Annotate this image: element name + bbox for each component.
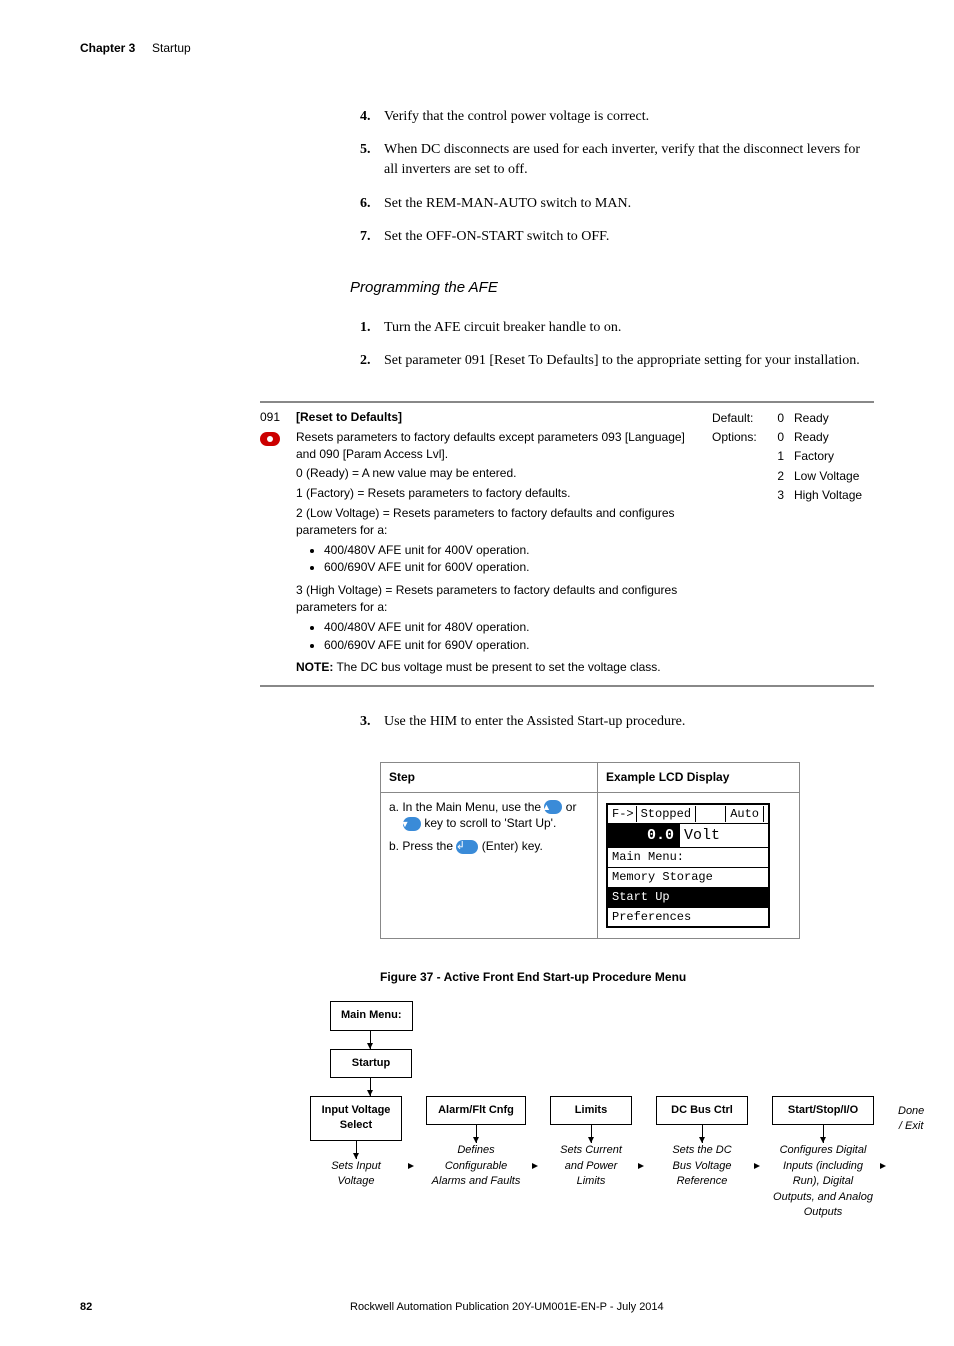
param-name: [Reset to Defaults] (296, 409, 702, 426)
lcd-value: 0.0 (608, 824, 680, 847)
lcd-cell: F-> Stopped Auto 0.0 Volt Main Menu: Mem… (598, 792, 800, 939)
parameter-table: 091 [Reset to Defaults] Resets parameter… (260, 401, 874, 687)
param-number: 091 (260, 409, 296, 426)
flowchart: Main Menu: Startup Input Voltage Select … (310, 1001, 874, 1220)
lcd-display: F-> Stopped Auto 0.0 Volt Main Menu: Mem… (606, 803, 770, 929)
step-text: When DC disconnects are used for each in… (384, 142, 860, 177)
param-line: 1 (Factory) = Resets parameters to facto… (296, 485, 702, 502)
option-name: Low Voltage (794, 467, 874, 486)
step-num: 3. (360, 712, 371, 732)
page-header: Chapter 3 Startup (80, 40, 874, 57)
flow-desc: Sets Current and Power Limits (556, 1143, 626, 1189)
lcd-unit: Volt (680, 824, 726, 847)
step-num: 4. (360, 107, 371, 127)
step-num: 2. (360, 351, 371, 371)
up-key-icon: ▲ (544, 800, 562, 814)
flow-done: Done / Exit (898, 1104, 924, 1135)
param-bullet: 600/690V AFE unit for 690V operation. (324, 637, 702, 654)
steps-list-3: 3. Use the HIM to enter the Assisted Star… (360, 712, 874, 732)
red-indicator-icon (260, 432, 280, 446)
text: (Enter) key. (482, 839, 543, 853)
option-value: 0 (770, 428, 784, 447)
default-value: 0 (770, 409, 784, 428)
option-name: Factory (794, 447, 874, 466)
lcd-text: Stopped (636, 806, 696, 823)
col-header-step: Step (381, 762, 598, 792)
chapter-label: Chapter 3 (80, 41, 135, 55)
section-label: Startup (152, 41, 191, 55)
flow-box: Limits (550, 1096, 632, 1125)
step-text: Turn the AFE circuit breaker handle to o… (384, 320, 621, 335)
publication-info: Rockwell Automation Publication 20Y-UM00… (350, 1300, 664, 1315)
param-bullet: 400/480V AFE unit for 480V operation. (324, 619, 702, 636)
section-title: Programming the AFE (350, 277, 874, 298)
lcd-text: Auto (725, 806, 764, 823)
figure-caption: Figure 37 - Active Front End Start-up Pr… (380, 969, 874, 986)
param-bullet: 400/480V AFE unit for 400V operation. (324, 542, 702, 559)
lcd-text: Preferences (612, 909, 691, 926)
step-cell: a. In the Main Menu, use the ▲ or ▼ key … (381, 792, 598, 939)
flow-box: Input Voltage Select (310, 1096, 402, 1141)
text: b. Press the (389, 839, 456, 853)
option-name: High Voltage (794, 486, 874, 505)
step-text: Set parameter 091 [Reset To Defaults] to… (384, 353, 860, 368)
note-text: The DC bus voltage must be present to se… (333, 660, 660, 674)
lcd-text: F-> (612, 806, 634, 823)
steps-list-1: 4. Verify that the control power voltage … (360, 107, 874, 247)
step-text: Set the REM-MAN-AUTO switch to MAN. (384, 196, 631, 211)
step-num: 5. (360, 140, 371, 160)
flow-desc: Sets the DC Bus Voltage Reference (662, 1143, 742, 1189)
step-num: 1. (360, 318, 371, 338)
option-value: 3 (770, 486, 784, 505)
flow-desc: Configures Digital Inputs (including Run… (773, 1143, 873, 1220)
flow-box: Alarm/Flt Cnfg (426, 1096, 526, 1125)
text: or (566, 800, 577, 814)
param-line: 2 (Low Voltage) = Resets parameters to f… (296, 505, 702, 539)
step-text: Verify that the control power voltage is… (384, 109, 649, 124)
default-name: Ready (794, 409, 874, 428)
note-label: NOTE: (296, 660, 333, 674)
text: key to scroll to 'Start Up'. (424, 816, 556, 830)
step-table: Step Example LCD Display a. In the Main … (380, 762, 800, 940)
lcd-text: Memory Storage (612, 869, 713, 886)
option-name: Ready (794, 428, 874, 447)
option-value: 1 (770, 447, 784, 466)
enter-key-icon (456, 840, 478, 854)
page-number: 82 (80, 1300, 350, 1315)
default-label: Default: (712, 409, 770, 428)
flow-startup: Startup (330, 1049, 412, 1078)
step-num: 6. (360, 194, 371, 214)
param-line: 0 (Ready) = A new value may be entered. (296, 465, 702, 482)
option-value: 2 (770, 467, 784, 486)
flow-desc: Sets Input Voltage (321, 1159, 391, 1190)
flow-box: Start/Stop/I/O (772, 1096, 874, 1125)
lcd-text: Start Up (612, 889, 670, 906)
text: a. In the Main Menu, use the (389, 800, 544, 814)
flow-desc: Defines Configurable Alarms and Faults (431, 1143, 521, 1189)
options-label: Options: (712, 428, 770, 447)
step-text: Set the OFF-ON-START switch to OFF. (384, 229, 609, 244)
down-key-icon: ▼ (403, 817, 421, 831)
page-footer: 82 Rockwell Automation Publication 20Y-U… (80, 1300, 874, 1315)
steps-list-2: 1. Turn the AFE circuit breaker handle to… (360, 318, 874, 371)
param-desc: Resets parameters to factory defaults ex… (296, 429, 702, 463)
flow-box: DC Bus Ctrl (656, 1096, 748, 1125)
param-bullet: 600/690V AFE unit for 600V operation. (324, 559, 702, 576)
flow-main-menu: Main Menu: (330, 1001, 413, 1030)
step-text: Use the HIM to enter the Assisted Start-… (384, 714, 685, 729)
lcd-text: Main Menu: (612, 849, 684, 866)
col-header-lcd: Example LCD Display (598, 762, 800, 792)
param-line: 3 (High Voltage) = Resets parameters to … (296, 582, 702, 616)
step-num: 7. (360, 227, 371, 247)
